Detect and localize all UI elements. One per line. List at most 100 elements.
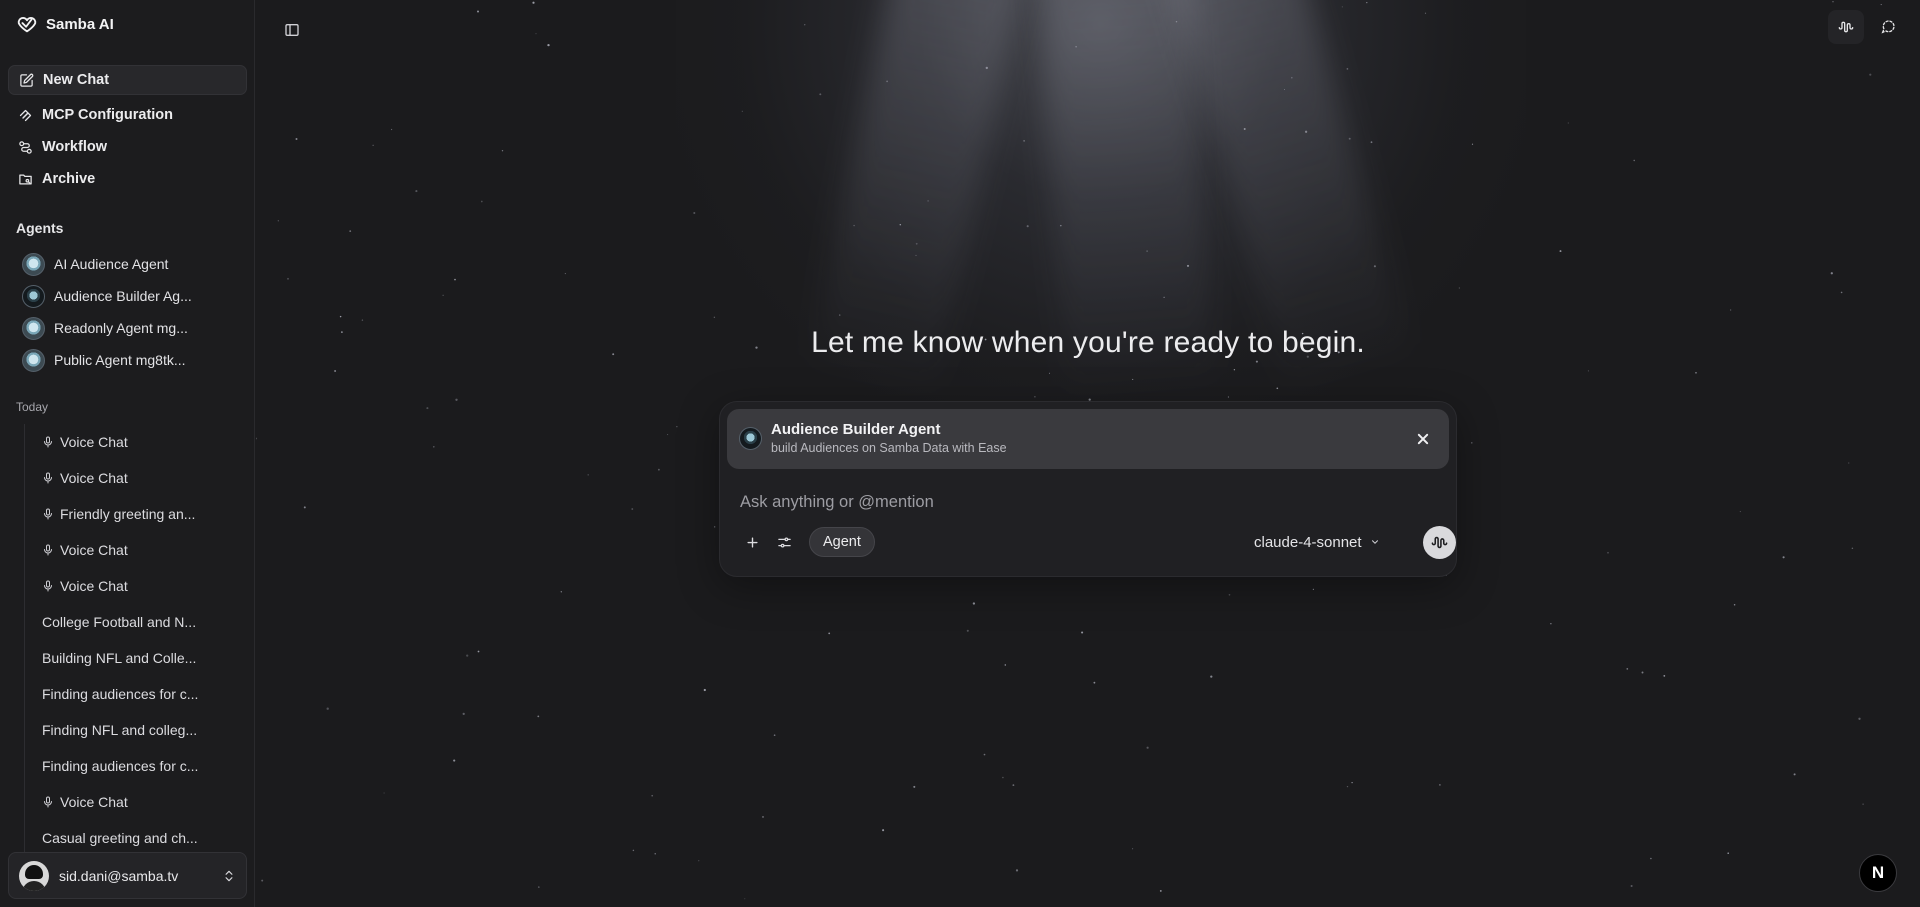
star	[462, 712, 465, 716]
tools-button[interactable]	[772, 530, 796, 554]
voice-input-button[interactable]	[1423, 526, 1456, 559]
mic-icon	[44, 508, 52, 520]
voice-mode-button[interactable]	[1828, 10, 1864, 44]
star	[1276, 387, 1279, 390]
history-item[interactable]: Finding NFL and colleg...	[25, 712, 248, 748]
model-select[interactable]: claude-4-sonnet	[1254, 530, 1380, 554]
star	[1243, 128, 1246, 130]
history-item[interactable]: Casual greeting and ch...	[25, 820, 248, 856]
star	[349, 230, 352, 232]
history-item[interactable]: Building NFL and Colle...	[25, 640, 248, 676]
star	[1663, 675, 1666, 677]
agent-label: Readonly Agent mg...	[54, 320, 188, 336]
star	[1075, 46, 1077, 48]
star	[1159, 889, 1162, 892]
star	[532, 1, 535, 4]
selected-agent-description: build Audiences on Samba Data with Ease	[771, 441, 1007, 455]
sidebar-toggle-button[interactable]	[276, 14, 308, 46]
star	[698, 860, 700, 862]
star	[773, 734, 776, 737]
mic-icon	[44, 544, 52, 556]
edit-icon	[20, 73, 34, 87]
history-item-label: College Football and N...	[42, 614, 197, 630]
history-item[interactable]: Voice Chat	[25, 568, 248, 604]
agent-label: Audience Builder Ag...	[54, 288, 192, 304]
star	[1793, 773, 1796, 776]
user-email: sid.dani@samba.tv	[59, 867, 179, 884]
star	[1848, 462, 1850, 464]
close-icon[interactable]	[1413, 429, 1433, 449]
star	[1228, 593, 1231, 596]
agent-avatar	[22, 348, 45, 372]
history-item[interactable]: Voice Chat	[25, 784, 248, 820]
star	[480, 200, 483, 203]
star	[361, 319, 364, 321]
star	[372, 144, 374, 146]
star	[1312, 588, 1315, 591]
star	[339, 315, 342, 318]
mic-icon	[44, 436, 52, 448]
user-menu[interactable]: sid.dani@samba.tv	[8, 852, 247, 899]
star	[454, 278, 456, 281]
star	[927, 200, 929, 202]
dev-tools-badge[interactable]: N	[1859, 854, 1897, 892]
agent-item[interactable]: Readonly Agent mg...	[22, 315, 247, 341]
star	[1458, 287, 1460, 289]
history-item-label: Finding audiences for c...	[42, 758, 199, 774]
star	[1034, 395, 1036, 398]
star	[632, 849, 635, 852]
audio-waveform-icon	[1431, 536, 1448, 549]
model-name: claude-4-sonnet	[1254, 533, 1362, 551]
star	[667, 434, 669, 436]
history-item[interactable]: Friendly greeting an...	[25, 496, 248, 532]
star	[1733, 604, 1736, 606]
agent-avatar	[22, 252, 45, 276]
history-item[interactable]: Finding audiences for c...	[25, 676, 248, 712]
nav-mcp-configuration[interactable]: MCP Configuration	[8, 100, 247, 130]
history-item[interactable]: College Football and N...	[25, 604, 248, 640]
agent-mode-chip[interactable]: Agent	[809, 527, 875, 557]
agent-item[interactable]: Audience Builder Ag...	[22, 283, 247, 309]
samba-logo-icon	[17, 17, 37, 33]
star	[713, 316, 716, 319]
star	[564, 273, 566, 275]
star	[1048, 372, 1051, 374]
selected-agent-name: Audience Builder Agent	[771, 421, 941, 438]
add-attachment-button[interactable]	[740, 530, 764, 554]
star	[1370, 141, 1373, 144]
star	[1004, 664, 1007, 666]
star	[1175, 20, 1178, 23]
chevron-up-down-icon	[225, 870, 233, 882]
temporary-chat-button[interactable]	[1870, 10, 1906, 44]
star	[547, 43, 550, 47]
nav-archive[interactable]: Archive	[8, 164, 247, 194]
prompt-input[interactable]	[740, 487, 1430, 517]
star	[1093, 681, 1096, 684]
mic-icon	[44, 796, 52, 808]
history-item[interactable]: Voice Chat	[25, 424, 248, 460]
star	[560, 591, 562, 593]
plus-icon	[746, 536, 758, 548]
history-item[interactable]: Voice Chat	[25, 532, 248, 568]
brand[interactable]: Samba AI	[16, 12, 114, 36]
star	[741, 110, 743, 112]
star	[819, 93, 822, 96]
star	[453, 759, 456, 762]
star	[256, 437, 258, 440]
history-item[interactable]: Voice Chat	[25, 460, 248, 496]
star	[1869, 73, 1872, 76]
star	[654, 853, 656, 855]
star	[1633, 159, 1635, 162]
agent-item[interactable]: AI Audience Agent	[22, 251, 247, 277]
new-chat-button[interactable]: New Chat	[8, 65, 247, 95]
nav-workflow[interactable]: Workflow	[8, 132, 247, 162]
star	[1291, 76, 1293, 79]
star	[277, 220, 279, 222]
audio-waveform-icon	[1838, 21, 1854, 33]
agent-item[interactable]: Public Agent mg8tk...	[22, 347, 247, 373]
star	[261, 879, 264, 882]
star	[1012, 784, 1015, 787]
star	[455, 398, 458, 401]
star	[1782, 556, 1785, 559]
history-item[interactable]: Finding audiences for c...	[25, 748, 248, 784]
